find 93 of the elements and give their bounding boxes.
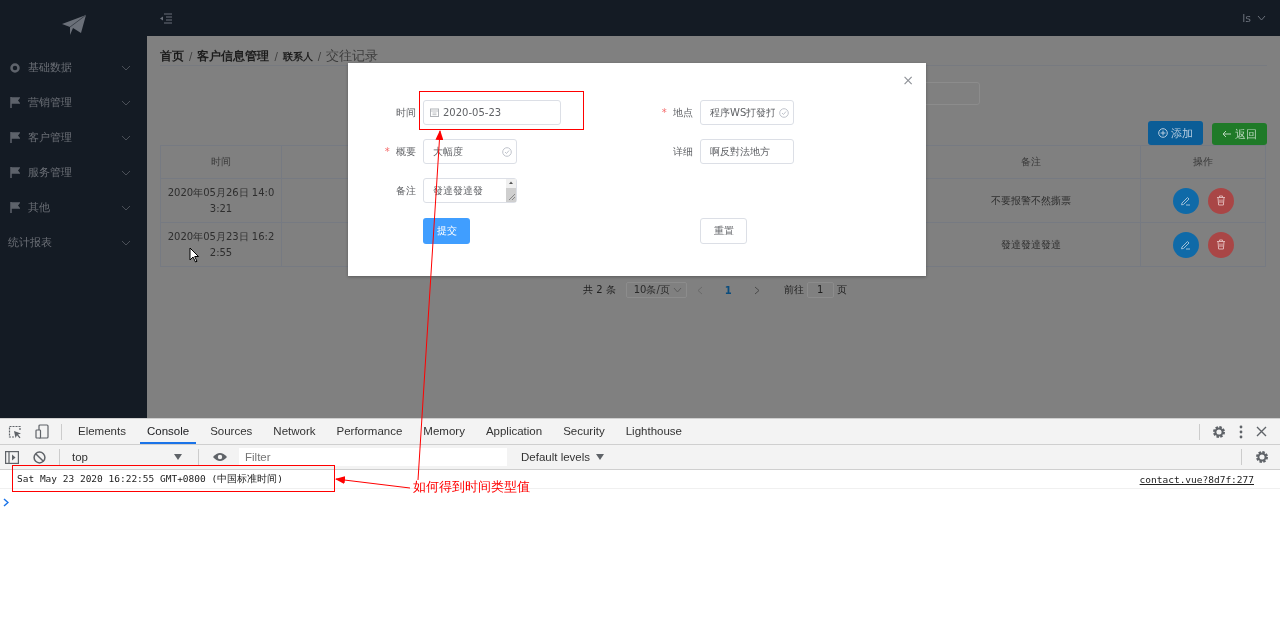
back-button[interactable]: 返回: [1212, 123, 1267, 145]
sidebar-label: 基础数据: [28, 60, 73, 75]
flag-icon: [10, 202, 20, 213]
flag-icon: [10, 97, 20, 108]
calendar-icon: [430, 108, 439, 117]
page-size-select[interactable]: 10条/页: [625, 282, 687, 298]
breadcrumb-item[interactable]: 首页: [160, 48, 184, 65]
arrow-left-icon: [1222, 130, 1232, 138]
sidebar-label: 服务管理: [28, 165, 73, 180]
settings-icon[interactable]: [1212, 424, 1226, 439]
field-label: 备注: [396, 184, 416, 196]
devtools-tab[interactable]: Elements: [71, 419, 133, 444]
goto-label: 前往: [783, 283, 804, 297]
reset-button[interactable]: 重置: [700, 218, 747, 244]
caret-down-icon: [174, 454, 182, 460]
close-icon[interactable]: [1256, 426, 1267, 437]
console-message: Sat May 23 2020 16:22:55 GMT+0800 (中国标准时间): [17, 472, 283, 486]
field-label: 概要: [396, 145, 416, 157]
column-header: 操作: [1140, 145, 1266, 179]
sidebar-item[interactable]: 其他: [0, 190, 147, 225]
inspect-icon[interactable]: [8, 424, 22, 439]
chevron-down-icon: [121, 239, 131, 246]
breadcrumb-separator: /: [274, 51, 278, 62]
chevron-down-icon: [672, 287, 682, 293]
pencil-icon: [1180, 239, 1191, 250]
context-select[interactable]: top: [70, 451, 188, 463]
field-label: 时间: [396, 106, 416, 118]
paper-plane-icon: [60, 14, 87, 36]
delete-button[interactable]: [1207, 231, 1234, 258]
chevron-down-icon: [121, 204, 131, 211]
field-label: 地点: [673, 106, 693, 118]
breadcrumb-separator: /: [189, 51, 193, 62]
sidebar-item[interactable]: 统计报表: [0, 225, 147, 260]
scrollbar-drawing: [506, 179, 516, 202]
trash-icon: [1215, 195, 1226, 206]
date-field[interactable]: 2020-05-23: [423, 100, 561, 125]
sidebar-label: 客户管理: [28, 130, 73, 145]
flag-icon: [10, 132, 20, 143]
chevron-down-icon: [121, 134, 131, 141]
chevron-down-icon: [121, 64, 131, 71]
ring-icon: [10, 62, 20, 73]
devtools-tab[interactable]: Lighthouse: [618, 419, 689, 444]
device-icon[interactable]: [35, 424, 49, 439]
sidebar-label: 其他: [28, 200, 51, 215]
chevron-down-icon: [1257, 15, 1266, 21]
plus-circle-icon: [1158, 128, 1168, 138]
menu-fold-icon[interactable]: [160, 12, 173, 24]
prompt-icon: [3, 498, 9, 507]
sidebar-label: 营销管理: [28, 95, 73, 110]
eye-icon[interactable]: [212, 452, 228, 462]
column-header: 时间: [160, 145, 282, 179]
devtools-tab[interactable]: Security: [556, 419, 612, 444]
table-cell: 2020年05月26日 14:03:21: [160, 178, 282, 223]
log-levels-select[interactable]: Default levels: [521, 451, 605, 463]
breadcrumb-item: 交往记录: [326, 47, 379, 65]
chevron-down-icon: [121, 169, 131, 176]
close-button[interactable]: ×: [902, 73, 914, 87]
settings-icon[interactable]: [1255, 450, 1269, 464]
pencil-icon: [1180, 195, 1191, 206]
devtools-tab[interactable]: Sources: [203, 419, 260, 444]
required-mark: *: [661, 106, 667, 118]
user-menu[interactable]: ls: [1242, 11, 1251, 25]
page-suffix: 页: [836, 283, 847, 297]
annotation-text: 如何得到时间类型值: [413, 479, 530, 496]
breadcrumb-item[interactable]: 客户信息管理: [197, 48, 270, 65]
caret-down-icon: [596, 454, 605, 460]
source-link[interactable]: contact.vue?8d7f:277: [1139, 473, 1254, 485]
devtools-tab[interactable]: Memory: [416, 419, 472, 444]
trash-icon: [1215, 239, 1226, 250]
devtools-tab[interactable]: Application: [478, 419, 550, 444]
text-field[interactable]: 啊反對法地方: [700, 139, 794, 164]
sidebar-item[interactable]: 服务管理: [0, 155, 147, 190]
field-label: 详细: [673, 145, 693, 157]
devtools-tab[interactable]: Performance: [329, 419, 410, 444]
delete-button[interactable]: [1207, 187, 1234, 214]
required-mark: *: [384, 145, 390, 157]
add-button[interactable]: 添加: [1148, 121, 1203, 145]
sidebar-item[interactable]: 基础数据: [0, 50, 147, 85]
chevron-down-icon: [121, 99, 131, 106]
breadcrumb-item[interactable]: 联系人: [282, 50, 313, 64]
clear-console-icon[interactable]: [33, 450, 46, 464]
breadcrumb-separator: /: [317, 51, 322, 62]
flag-icon: [10, 167, 20, 178]
page-input[interactable]: 1: [806, 282, 834, 298]
more-icon[interactable]: [1239, 424, 1243, 439]
sidebar-toggle-icon[interactable]: [5, 450, 19, 464]
sidebar-item[interactable]: 营销管理: [0, 85, 147, 120]
filter-field[interactable]: Filter: [239, 448, 507, 466]
total-count: 共 2 条: [583, 283, 616, 297]
sidebar-item[interactable]: 客户管理: [0, 120, 147, 155]
sidebar-label: 统计报表: [8, 235, 53, 250]
devtools-tab[interactable]: Network: [266, 419, 323, 444]
mouse-cursor-icon: [189, 247, 200, 263]
